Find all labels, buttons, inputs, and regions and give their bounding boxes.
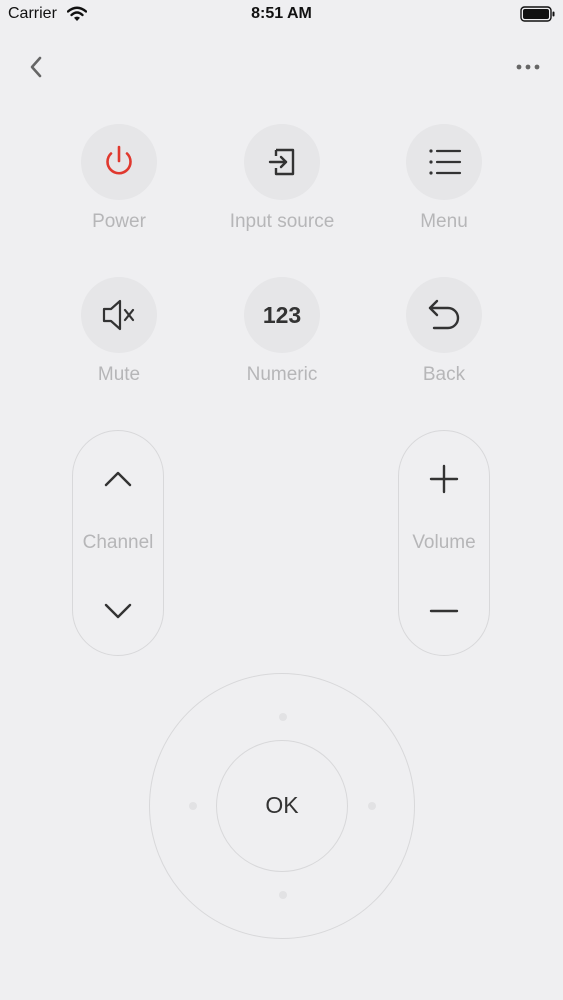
dpad-up[interactable] (278, 712, 288, 722)
numeric-button-circle[interactable]: 123 (244, 277, 320, 353)
power-icon (106, 145, 132, 175)
dpad-right[interactable] (367, 801, 377, 811)
dpad-left[interactable] (188, 801, 198, 811)
mute-icon (102, 299, 135, 331)
dot-icon (368, 802, 376, 810)
mute-button[interactable]: Mute (64, 277, 174, 407)
numeric-icon-text: 123 (262, 302, 302, 328)
power-button-circle[interactable] (81, 124, 157, 200)
volume-label: Volume (412, 532, 476, 553)
input-source-label: Input source (229, 211, 335, 232)
dpad-down[interactable] (278, 890, 288, 900)
channel-label: Channel (82, 532, 154, 553)
battery-icon (520, 6, 555, 22)
menu-list-icon (429, 149, 462, 175)
ok-button[interactable]: OK (216, 740, 348, 872)
return-icon (428, 299, 460, 330)
back-label: Back (422, 364, 466, 385)
channel-control: Channel (72, 430, 164, 656)
back-button-circle[interactable] (406, 277, 482, 353)
mute-button-circle[interactable] (81, 277, 157, 353)
more-options-icon[interactable] (510, 54, 546, 80)
status-bar: Carrier 8:51 AM (0, 0, 563, 30)
dot-icon (279, 713, 287, 721)
menu-button-circle[interactable] (406, 124, 482, 200)
menu-label: Menu (420, 211, 468, 232)
power-label: Power (92, 211, 146, 232)
back-button[interactable]: Back (389, 277, 499, 407)
channel-up-icon[interactable] (94, 455, 142, 503)
direction-pad: OK (149, 673, 415, 939)
power-button[interactable]: Power (64, 124, 174, 254)
input-source-icon (268, 148, 295, 176)
volume-up-plus-icon[interactable] (420, 455, 468, 503)
status-time: 8:51 AM (251, 5, 312, 22)
remote-control-screen: Carrier 8:51 AM Power Input source Menu … (0, 0, 563, 1000)
dot-icon (279, 891, 287, 899)
numeric-button[interactable]: 123 Numeric (227, 277, 337, 407)
input-source-button-circle[interactable] (244, 124, 320, 200)
input-source-button[interactable]: Input source (227, 124, 337, 254)
channel-down-icon[interactable] (94, 587, 142, 635)
volume-down-minus-icon[interactable] (420, 587, 468, 635)
dot-icon (189, 802, 197, 810)
menu-button[interactable]: Menu (389, 124, 499, 254)
back-chevron-icon[interactable] (20, 50, 52, 84)
mute-label: Mute (97, 364, 141, 385)
numeric-label: Numeric (246, 364, 318, 385)
volume-control: Volume (398, 430, 490, 656)
